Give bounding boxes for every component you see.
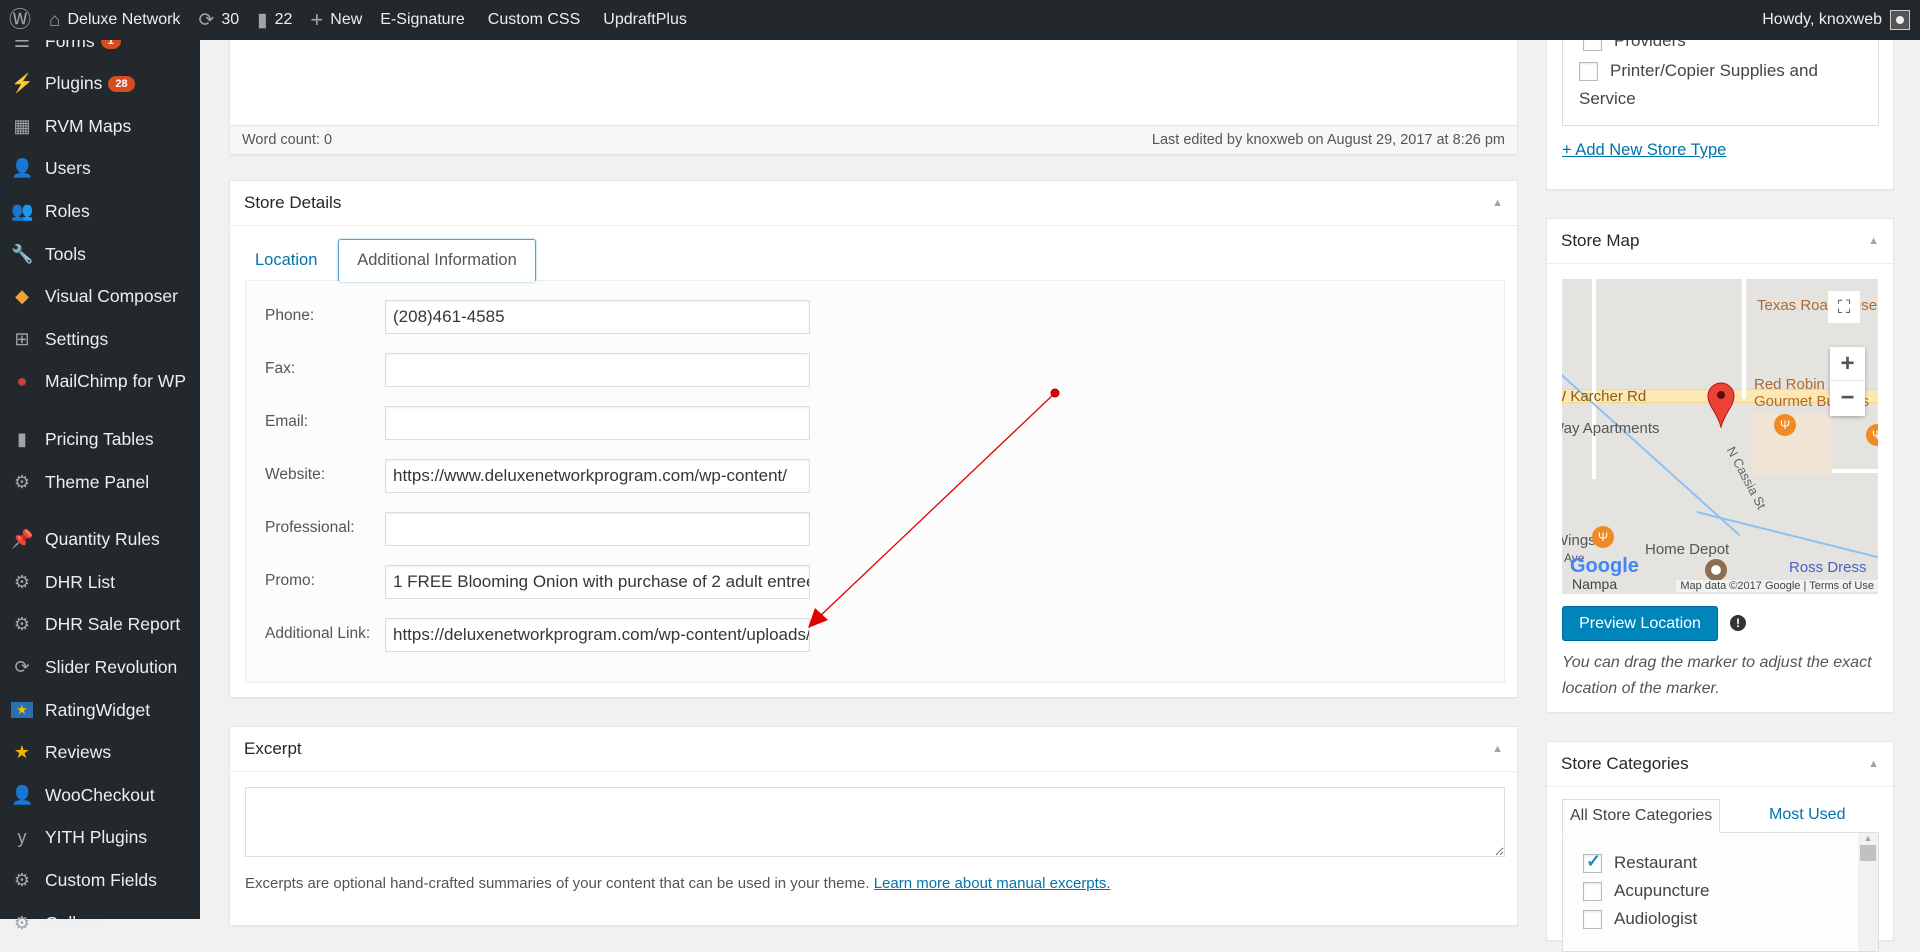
- refresh-icon: ⟳: [198, 9, 215, 31]
- comment-icon: ▮: [257, 9, 268, 31]
- e-signature-menu[interactable]: E-Signature: [371, 0, 474, 40]
- wp-logo-menu[interactable]: Ⓦ: [0, 0, 40, 40]
- annotation-arrow: [808, 388, 1060, 628]
- wordpress-icon: Ⓦ: [9, 7, 32, 32]
- avatar: [1890, 10, 1910, 30]
- new-content-menu[interactable]: + New: [301, 0, 371, 40]
- comments-count: 22: [274, 11, 293, 28]
- plus-icon: +: [310, 7, 324, 32]
- updates-menu[interactable]: ⟳ 30: [189, 0, 248, 40]
- admin-bar: Ⓦ ⌂ Deluxe Network ⟳ 30 ▮ 22 + New E-Signatu…: [0, 0, 1920, 40]
- site-name: Deluxe Network: [67, 11, 181, 28]
- comments-menu[interactable]: ▮ 22: [248, 0, 301, 40]
- new-label: New: [330, 11, 363, 28]
- howdy-text: Howdy, knoxweb: [1762, 11, 1882, 28]
- site-name-menu[interactable]: ⌂ Deluxe Network: [40, 0, 189, 40]
- arrow-line: [817, 392, 1056, 619]
- custom-css-menu[interactable]: Custom CSS: [474, 0, 589, 40]
- updates-count: 30: [221, 11, 240, 28]
- updraftplus-menu[interactable]: UpdraftPlus: [589, 0, 696, 40]
- my-account-menu[interactable]: Howdy, knoxweb: [1762, 0, 1910, 40]
- home-icon: ⌂: [49, 9, 61, 31]
